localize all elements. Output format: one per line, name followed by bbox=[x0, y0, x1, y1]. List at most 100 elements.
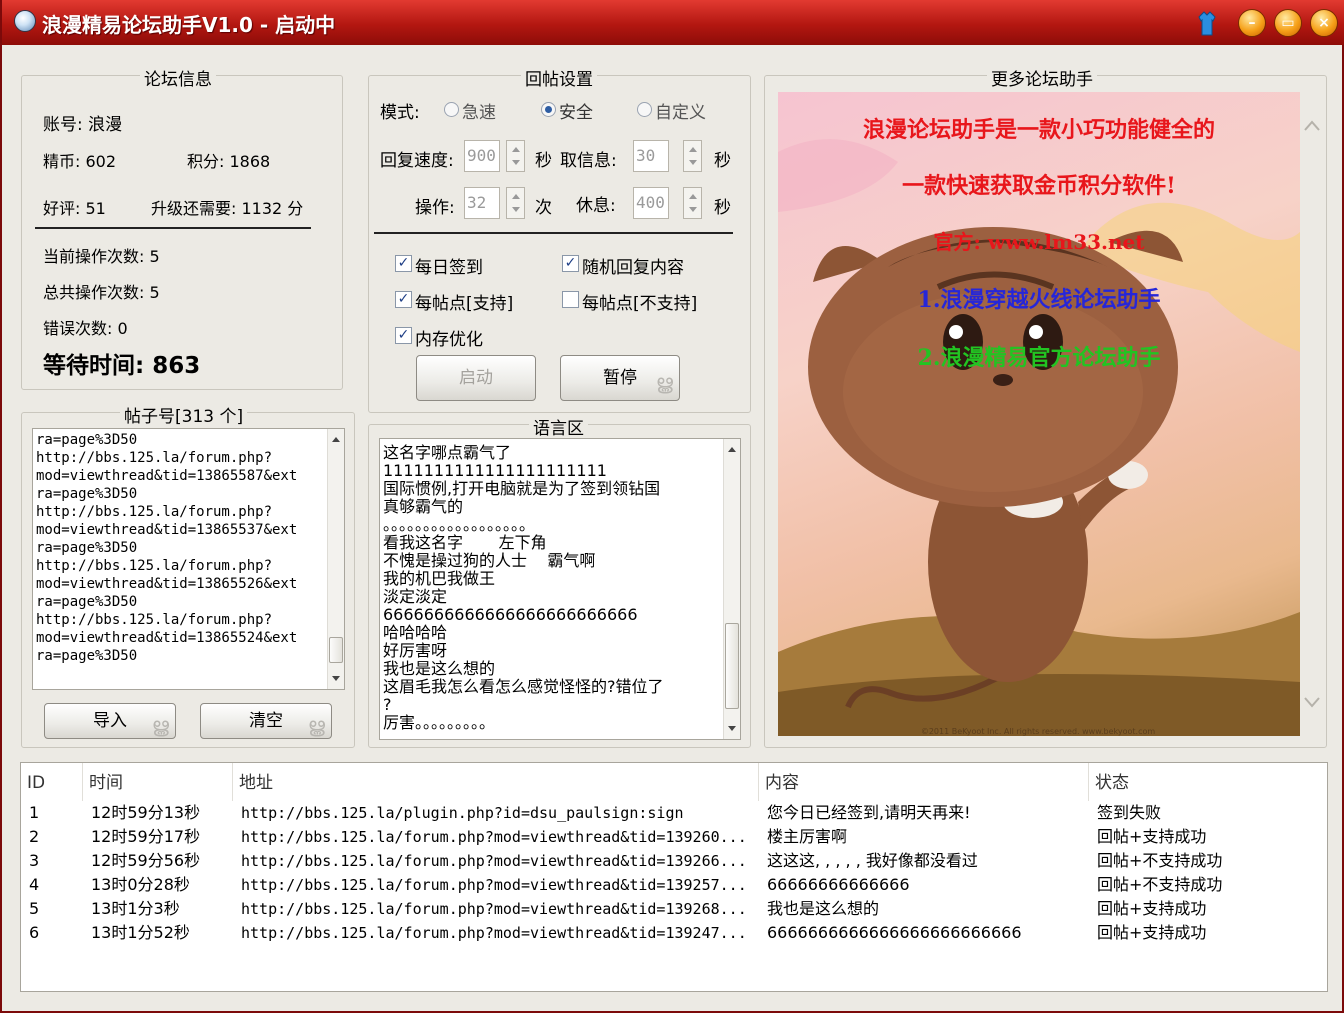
language-line: 哈哈哈哈 bbox=[383, 624, 448, 642]
language-line: 淡定淡定 bbox=[383, 588, 448, 606]
operations-input[interactable]: 32 bbox=[464, 187, 500, 219]
pause-button-label: 暂停 bbox=[603, 368, 637, 388]
start-button[interactable]: 启动 bbox=[416, 355, 536, 401]
rest-label: 休息: bbox=[576, 196, 616, 216]
table-row[interactable]: 1 12时59分13秒 http://bbs.125.la/plugin.php?i… bbox=[21, 801, 1327, 825]
points-label: 积分: 1868 bbox=[187, 152, 271, 171]
promo-official-site-link[interactable]: 官方: www.lm33.net bbox=[778, 226, 1300, 255]
scroll-up-icon[interactable] bbox=[728, 447, 736, 452]
table-row[interactable]: 6 13时1分52秒 http://bbs.125.la/forum.php?mod… bbox=[21, 921, 1327, 945]
post-list-line: http://bbs.125.la/forum.php? bbox=[36, 612, 273, 628]
cell-time: 12时59分13秒 bbox=[91, 803, 201, 822]
post-list-line: mod=viewthread&tid=13865524&ext bbox=[36, 630, 298, 646]
language-line: 不愧是操过狗的人士 霸气啊 bbox=[383, 552, 596, 570]
rest-input[interactable]: 400 bbox=[633, 187, 669, 219]
promo-link-jingyi-helper[interactable]: 2.浪漫精易官方论坛助手 bbox=[778, 340, 1300, 372]
mode-radio-safe[interactable] bbox=[541, 102, 556, 117]
divider bbox=[35, 227, 311, 229]
column-header-url[interactable]: 地址 bbox=[233, 763, 759, 801]
seconds-unit-label: 秒 bbox=[714, 151, 731, 171]
current-ops-label: 当前操作次数: 5 bbox=[43, 247, 160, 266]
start-button-label: 启动 bbox=[459, 368, 493, 388]
column-header-time[interactable]: 时间 bbox=[83, 763, 233, 801]
log-table[interactable]: ID 时间 地址 内容 状态 1 12时59分13秒 http://bbs.125.… bbox=[20, 762, 1328, 992]
table-row[interactable]: 2 12时59分17秒 http://bbs.125.la/forum.php?mo… bbox=[21, 825, 1327, 849]
mode-custom-label: 自定义 bbox=[655, 103, 706, 123]
daily-signin-checkbox[interactable]: ✓ bbox=[395, 255, 412, 272]
fetch-info-input[interactable]: 30 bbox=[633, 140, 669, 172]
promo-link-cf-helper[interactable]: 1.浪漫穿越火线论坛助手 bbox=[778, 282, 1300, 314]
column-header-content[interactable]: 内容 bbox=[759, 763, 1089, 801]
daily-signin-label: 每日签到 bbox=[415, 258, 483, 278]
memory-optimize-checkbox[interactable]: ✓ bbox=[395, 327, 412, 344]
language-line: ? bbox=[383, 696, 392, 714]
scroll-up-icon[interactable] bbox=[332, 437, 340, 442]
cell-url: http://bbs.125.la/forum.php?mod=viewthre… bbox=[241, 852, 747, 870]
language-line: 国际惯例,打开电脑就是为了签到领钻国 bbox=[383, 480, 661, 498]
language-line: 真够霸气的 bbox=[383, 498, 464, 516]
cell-url: http://bbs.125.la/forum.php?mod=viewthre… bbox=[241, 924, 747, 942]
promo-scrollbar[interactable] bbox=[1300, 92, 1324, 736]
table-row[interactable]: 3 12时59分56秒 http://bbs.125.la/forum.php?mo… bbox=[21, 849, 1327, 873]
post-list-line: http://bbs.125.la/forum.php? bbox=[36, 450, 273, 466]
language-line: 我的机巴我做王 bbox=[383, 570, 496, 588]
mode-label: 模式: bbox=[380, 103, 420, 123]
post-list-line: mod=viewthread&tid=13865587&ext bbox=[36, 468, 298, 484]
cell-url: http://bbs.125.la/forum.php?mod=viewthre… bbox=[241, 876, 747, 894]
cell-time: 13时1分3秒 bbox=[91, 899, 180, 918]
post-list-scrollbar[interactable] bbox=[327, 429, 344, 689]
table-row[interactable]: 4 13时0分28秒 http://bbs.125.la/forum.php?mod… bbox=[21, 873, 1327, 897]
import-button[interactable]: 导入 ൠ bbox=[44, 703, 176, 739]
swirl-decoration-icon: ൠ bbox=[151, 713, 169, 737]
minimize-button[interactable]: – bbox=[1238, 9, 1266, 37]
clear-button[interactable]: 清空 ൠ bbox=[200, 703, 332, 739]
swirl-decoration-icon: ൠ bbox=[307, 713, 325, 737]
chevron-down-icon[interactable] bbox=[1304, 697, 1320, 708]
cell-id: 5 bbox=[29, 899, 40, 918]
post-list-line: http://bbs.125.la/forum.php? bbox=[36, 504, 273, 520]
times-unit-label: 次 bbox=[535, 198, 552, 218]
post-list-textarea[interactable]: ra=page%3D50 http://bbs.125.la/forum.php?… bbox=[32, 428, 345, 690]
scroll-down-icon[interactable] bbox=[332, 676, 340, 681]
column-header-status[interactable]: 状态 bbox=[1089, 763, 1327, 801]
skin-shirt-icon[interactable] bbox=[1195, 9, 1219, 37]
language-line: 厉害。。。。。。。。。 bbox=[383, 714, 496, 732]
chevron-up-icon[interactable] bbox=[1304, 120, 1320, 131]
reply-speed-input[interactable]: 900 bbox=[464, 140, 500, 172]
title-bar[interactable]: 浪漫精易论坛助手V1.0 - 启动中 – ▭ × bbox=[2, 0, 1344, 45]
cell-status: 回帖+不支持成功 bbox=[1097, 851, 1223, 870]
cell-url: http://bbs.125.la/forum.php?mod=viewthre… bbox=[241, 828, 747, 846]
language-line: 看我这名字 左下角 bbox=[383, 534, 547, 552]
forum-info-title: 论坛信息 bbox=[140, 65, 216, 90]
mode-radio-custom[interactable] bbox=[637, 102, 652, 117]
language-textarea[interactable]: 这名字哪点霸气了 1111111111111111111111 国际惯例,打开电脑就… bbox=[379, 438, 741, 740]
column-header-id[interactable]: ID bbox=[21, 763, 83, 801]
upgrade-label: 升级还需要: 1132 分 bbox=[151, 199, 304, 218]
operations-stepper[interactable] bbox=[506, 187, 525, 219]
language-scrollbar[interactable] bbox=[723, 439, 740, 739]
more-helpers-title: 更多论坛助手 bbox=[987, 65, 1097, 90]
promo-banner[interactable]: ©2011 BeKyoot Inc. All rights reserved. … bbox=[778, 92, 1300, 736]
fetch-info-stepper[interactable] bbox=[683, 140, 702, 172]
mode-safe-label: 安全 bbox=[559, 103, 593, 123]
post-list-title: 帖子号[313 个] bbox=[120, 402, 248, 427]
close-button[interactable]: × bbox=[1310, 9, 1338, 37]
rest-stepper[interactable] bbox=[683, 187, 702, 219]
oppose-checkbox[interactable] bbox=[562, 291, 579, 308]
pause-button[interactable]: 暂停 ൠ bbox=[560, 355, 680, 401]
reply-speed-stepper[interactable] bbox=[506, 140, 525, 172]
wait-time-label: 等待时间: 863 bbox=[43, 353, 201, 379]
scroll-down-icon[interactable] bbox=[728, 726, 736, 731]
mode-fast-label: 急速 bbox=[462, 103, 496, 123]
scroll-thumb[interactable] bbox=[725, 623, 739, 709]
post-list-line: http://bbs.125.la/forum.php? bbox=[36, 558, 273, 574]
scroll-thumb[interactable] bbox=[329, 637, 343, 663]
mode-radio-fast[interactable] bbox=[444, 102, 459, 117]
random-reply-checkbox[interactable]: ✓ bbox=[562, 255, 579, 272]
table-row[interactable]: 5 13时1分3秒 http://bbs.125.la/forum.php?mod=… bbox=[21, 897, 1327, 921]
support-checkbox[interactable]: ✓ bbox=[395, 291, 412, 308]
total-ops-label: 总共操作次数: 5 bbox=[43, 283, 160, 302]
gold-label: 精币: 602 bbox=[43, 152, 117, 171]
maximize-button[interactable]: ▭ bbox=[1274, 9, 1302, 37]
cell-status: 回帖+支持成功 bbox=[1097, 827, 1207, 846]
